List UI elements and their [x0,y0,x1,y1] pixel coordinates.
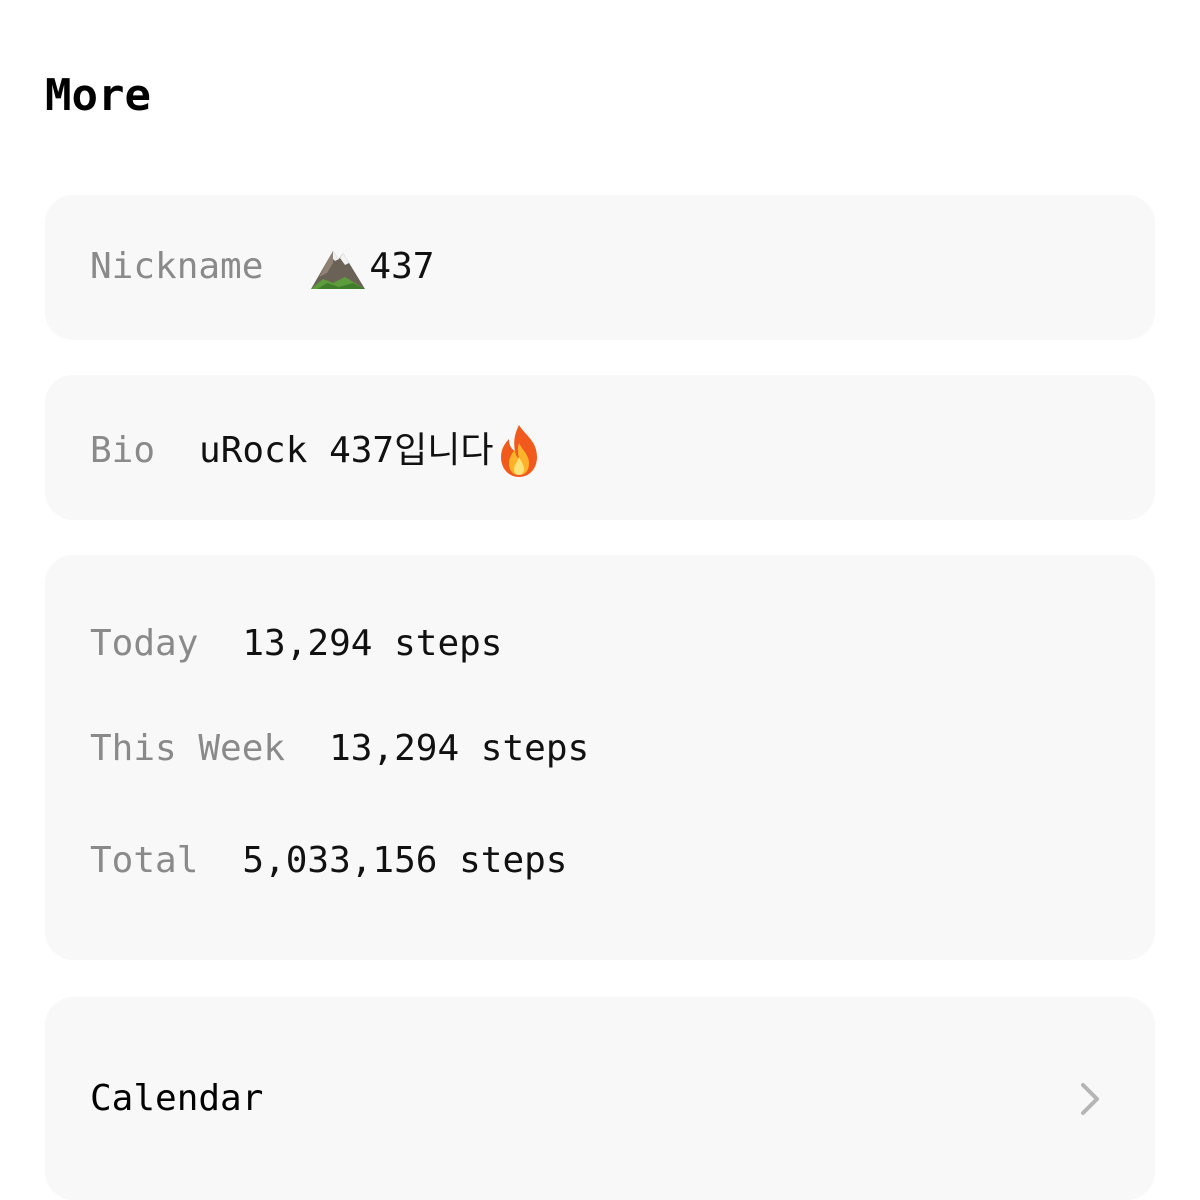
steps-total-row: Total 5,033,156 steps [90,837,567,885]
steps-today-label: Today [90,623,199,664]
calendar-menu-item[interactable]: Calendar [45,997,1155,1200]
steps-today-row: Today 13,294 steps [90,620,502,668]
steps-week-value: 13,294 steps [329,728,590,769]
mountain-icon [311,251,366,289]
bio-value: uRock 437입니다 [199,430,494,471]
bio-card[interactable]: Bio uRock 437입니다 [45,375,1155,520]
steps-week-row: This Week 13,294 steps [90,725,589,773]
chevron-right-icon [1081,1083,1099,1115]
steps-total-value: 5,033,156 steps [242,840,568,881]
nickname-value: 437 [369,246,435,287]
bio-label: Bio [90,430,156,471]
calendar-card[interactable]: Calendar [45,997,1155,1200]
page-title: More [45,70,151,121]
calendar-label: Calendar [90,1078,264,1119]
steps-today-value: 13,294 steps [242,623,503,664]
fire-icon [501,425,538,477]
steps-card: Today 13,294 steps This Week 13,294 step… [45,555,1155,960]
bio-row[interactable]: Bio uRock 437입니다 [90,423,543,479]
steps-week-label: This Week [90,728,286,769]
nickname-card[interactable]: Nickname 437 [45,195,1155,340]
steps-total-label: Total [90,840,199,881]
nickname-label: Nickname [90,246,264,287]
nickname-row[interactable]: Nickname 437 [90,243,434,291]
